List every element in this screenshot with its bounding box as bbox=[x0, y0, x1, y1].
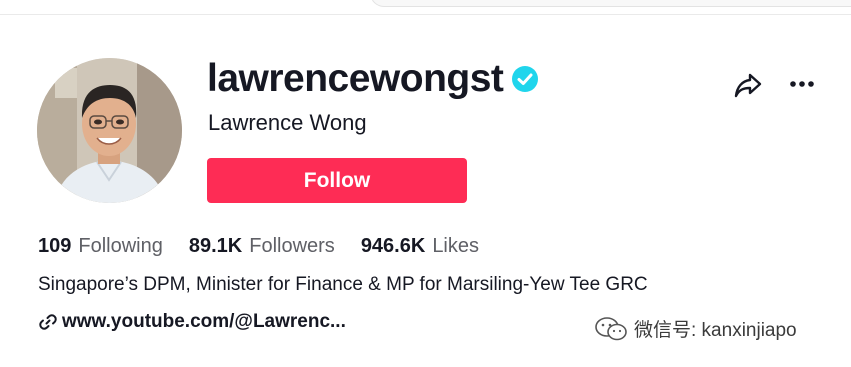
stat-value: 109 bbox=[38, 234, 72, 257]
stat-following[interactable]: 109 Following bbox=[38, 235, 163, 258]
stat-label: Followers bbox=[249, 234, 335, 257]
profile-link[interactable]: www.youtube.com/@Lawrenc... bbox=[38, 311, 346, 333]
stat-label: Following bbox=[78, 234, 163, 257]
stat-value: 89.1K bbox=[188, 234, 243, 257]
stat-label: Likes bbox=[432, 234, 480, 257]
bio-text: Singapore’s DPM, Minister for Finance & … bbox=[38, 274, 648, 295]
more-dots-icon[interactable] bbox=[788, 70, 816, 98]
link-chain-icon bbox=[39, 314, 57, 330]
search-bar-edge[interactable] bbox=[370, 0, 851, 7]
wechat-icon bbox=[595, 316, 627, 340]
stat-value: 946.6K bbox=[360, 234, 426, 257]
profile-link-text: www.youtube.com/@Lawrenc... bbox=[62, 311, 346, 332]
wechat-watermark: 微信号: kanxinjiapo bbox=[594, 315, 797, 342]
username-row: lawrencewongst bbox=[207, 54, 539, 104]
watermark-text: 微信号: kanxinjiapo bbox=[634, 320, 797, 341]
top-bar bbox=[0, 0, 851, 15]
share-arrow-icon[interactable] bbox=[733, 70, 763, 100]
stats-row: 109 Following 89.1K Followers 946.6K Lik… bbox=[38, 232, 505, 260]
avatar-photo bbox=[37, 58, 182, 203]
display-name: Lawrence Wong bbox=[208, 110, 367, 135]
stat-followers[interactable]: 89.1K Followers bbox=[189, 235, 335, 258]
stat-likes: 946.6K Likes bbox=[361, 235, 479, 258]
follow-button[interactable]: Follow bbox=[207, 158, 467, 203]
verified-badge-icon bbox=[512, 66, 539, 92]
username: lawrencewongst bbox=[207, 57, 504, 100]
avatar[interactable] bbox=[37, 58, 182, 203]
